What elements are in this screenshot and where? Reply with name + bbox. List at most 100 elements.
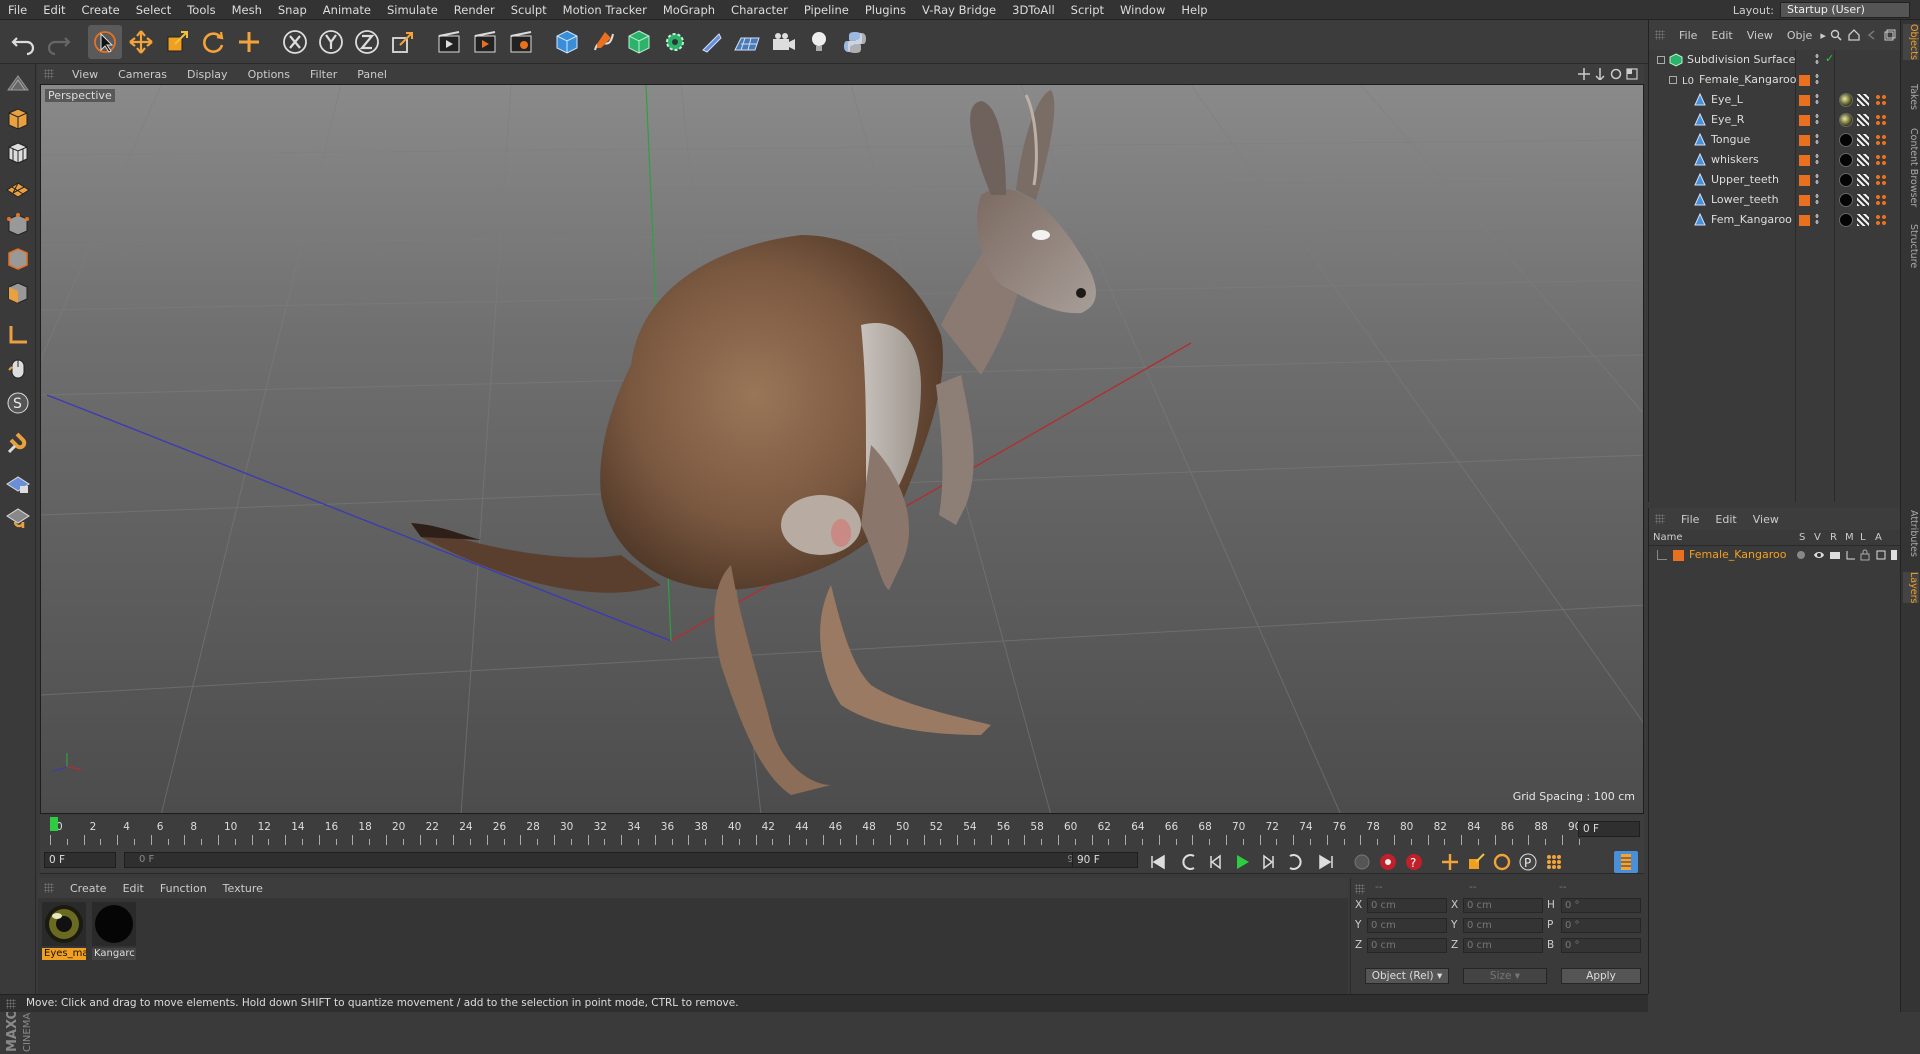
end-frame-field[interactable]: 90 F: [1072, 852, 1138, 868]
record-keys-button[interactable]: [1350, 851, 1374, 873]
coord-value-field[interactable]: 0 cm: [1367, 938, 1447, 953]
object-name[interactable]: Upper_teeth: [1711, 173, 1779, 186]
material-tag-icon[interactable]: [1839, 213, 1853, 227]
coord-value-field[interactable]: 0 °: [1561, 898, 1641, 913]
enabled-check-icon[interactable]: ✓: [1825, 52, 1834, 65]
material-tag-icon[interactable]: [1839, 133, 1853, 147]
points-mode-button[interactable]: [3, 210, 33, 240]
light-button[interactable]: [802, 25, 836, 59]
next-frame-button[interactable]: [1256, 851, 1280, 873]
manager-toggle-icon[interactable]: [1845, 549, 1857, 561]
uvw-tag-icon[interactable]: [1857, 214, 1869, 226]
go-to-end-button[interactable]: [1314, 851, 1338, 873]
layer-column-header[interactable]: R: [1830, 532, 1837, 543]
object-name[interactable]: Eye_L: [1711, 93, 1743, 106]
menu-create[interactable]: Create: [74, 0, 128, 20]
x-axis-lock-button[interactable]: [278, 25, 312, 59]
go-to-start-button[interactable]: [1146, 851, 1170, 873]
tree-expander-icon[interactable]: [1669, 76, 1677, 84]
object-name[interactable]: Lower_teeth: [1711, 193, 1779, 206]
object-row[interactable]: whiskers: [1649, 150, 1901, 170]
viewport-menu-filter[interactable]: Filter: [300, 68, 347, 81]
visibility-dots-icon[interactable]: [1815, 53, 1819, 65]
menu-window[interactable]: Window: [1112, 0, 1173, 20]
menu-mograph[interactable]: MoGraph: [655, 0, 723, 20]
visibility-dots-icon[interactable]: [1815, 153, 1819, 165]
select-tool-button[interactable]: [88, 24, 122, 59]
coord-value-field[interactable]: 0 cm: [1463, 918, 1543, 933]
layer-column-header[interactable]: L: [1860, 532, 1866, 543]
cube-primitive-button[interactable]: [550, 25, 584, 59]
menu-render[interactable]: Render: [446, 0, 503, 20]
visibility-dots-icon[interactable]: [1815, 193, 1819, 205]
keyframe-selection-button[interactable]: ?: [1402, 851, 1426, 873]
coord-value-field[interactable]: 0 °: [1561, 918, 1641, 933]
material-tag-icon[interactable]: [1839, 193, 1853, 207]
phong-tag-icon[interactable]: [1875, 94, 1887, 106]
recent-tool-button[interactable]: [232, 25, 266, 59]
rotate-tool-button[interactable]: [196, 25, 230, 59]
timeline-layout-button[interactable]: [1614, 851, 1638, 873]
layer-column-header[interactable]: M: [1845, 532, 1854, 543]
render-toggle-icon[interactable]: [1829, 549, 1841, 561]
object-row[interactable]: Upper_teeth: [1649, 170, 1901, 190]
key-scale-button[interactable]: [1464, 851, 1488, 873]
scale-tool-button[interactable]: [160, 25, 194, 59]
subdivision-surface-button[interactable]: [622, 25, 656, 59]
snap-button[interactable]: S: [3, 388, 33, 418]
object-name[interactable]: Fem_Kangaroo: [1711, 213, 1792, 226]
viewport-menu-panel[interactable]: Panel: [347, 68, 397, 81]
pan-view-icon[interactable]: [1578, 68, 1590, 80]
object-row[interactable]: Fem_Kangaroo: [1649, 210, 1901, 230]
coordinate-mode-dropdown[interactable]: Object (Rel) ▾: [1365, 968, 1449, 984]
edges-mode-button[interactable]: [3, 244, 33, 274]
previous-frame-button[interactable]: [1204, 851, 1228, 873]
phong-tag-icon[interactable]: [1875, 174, 1887, 186]
object-row[interactable]: Subdivision Surface ✓: [1649, 50, 1901, 70]
more-menu-arrow-icon[interactable]: ▸: [1820, 29, 1826, 42]
coord-value-field[interactable]: 0 cm: [1463, 938, 1543, 953]
play-button[interactable]: [1230, 851, 1254, 873]
menu-v-ray-bridge[interactable]: V-Ray Bridge: [914, 0, 1004, 20]
object-name[interactable]: whiskers: [1711, 153, 1759, 166]
autokey-button[interactable]: [1376, 851, 1400, 873]
next-key-button[interactable]: [1282, 851, 1306, 873]
material-tag-icon[interactable]: [1839, 93, 1853, 107]
menu-character[interactable]: Character: [723, 0, 796, 20]
key-parameter-button[interactable]: P: [1516, 851, 1540, 873]
side-tab-attributes[interactable]: Attributes: [1903, 510, 1919, 557]
key-pla-button[interactable]: [1542, 851, 1566, 873]
menu-edit[interactable]: Edit: [35, 0, 73, 20]
visibility-dots-icon[interactable]: [1815, 113, 1819, 125]
menu-animate[interactable]: Animate: [315, 0, 379, 20]
tree-expander-icon[interactable]: [1657, 56, 1665, 64]
viewport-menu-view[interactable]: View: [62, 68, 108, 81]
layer-color-swatch[interactable]: [1799, 155, 1810, 166]
coord-value-field[interactable]: 0 cm: [1367, 898, 1447, 913]
new-window-icon[interactable]: [1884, 29, 1896, 41]
layer-column-header[interactable]: S: [1799, 532, 1805, 543]
material-menu-create[interactable]: Create: [62, 882, 115, 895]
side-tab-takes[interactable]: Takes: [1903, 84, 1919, 110]
side-tab-content-browser[interactable]: Content Browser: [1903, 128, 1919, 207]
viewport-menu-display[interactable]: Display: [177, 68, 238, 81]
menu-help[interactable]: Help: [1173, 0, 1215, 20]
render-picture-viewer-button[interactable]: [468, 25, 502, 59]
phong-tag-icon[interactable]: [1875, 154, 1887, 166]
uvw-tag-icon[interactable]: [1857, 94, 1869, 106]
layer-color-swatch[interactable]: [1799, 195, 1810, 206]
viewport-menu-cameras[interactable]: Cameras: [108, 68, 177, 81]
visibility-dots-icon[interactable]: [1815, 133, 1819, 145]
object-row[interactable]: Lower_teeth: [1649, 190, 1901, 210]
menu-select[interactable]: Select: [128, 0, 179, 20]
material-tag-icon[interactable]: [1839, 153, 1853, 167]
material-tag-icon[interactable]: [1839, 113, 1853, 127]
layer-color-swatch[interactable]: [1799, 135, 1810, 146]
maximize-view-icon[interactable]: [1626, 68, 1638, 80]
layer-color-swatch[interactable]: [1673, 550, 1684, 561]
phong-tag-icon[interactable]: [1875, 114, 1887, 126]
frame-range-slider[interactable]: 0 F 90 F: [124, 852, 1104, 868]
phong-tag-icon[interactable]: [1875, 194, 1887, 206]
zoom-view-icon[interactable]: [1594, 68, 1606, 80]
object-row[interactable]: L0 Female_Kangaroo: [1649, 70, 1901, 90]
